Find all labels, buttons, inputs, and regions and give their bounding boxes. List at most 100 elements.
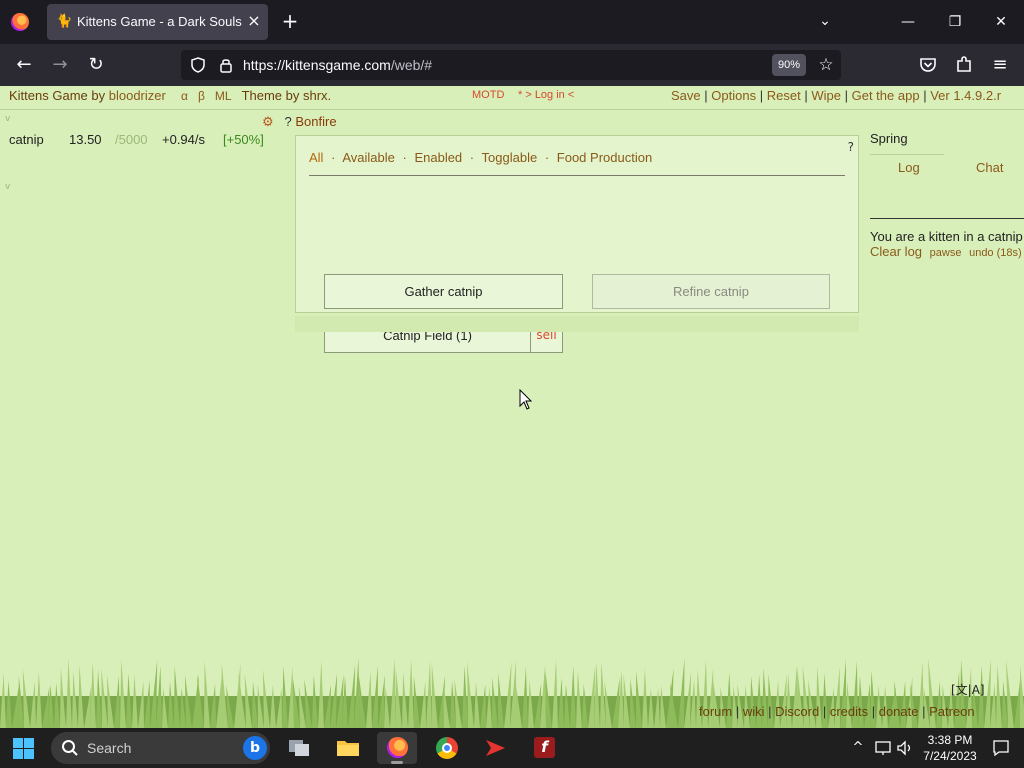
mini-links: α β ML Theme by shrx. (181, 88, 331, 103)
volume-icon[interactable] (895, 738, 915, 758)
taskbar-clock[interactable]: 3:38 PM 7/24/2023 (917, 732, 983, 764)
panel-help-icon[interactable]: ? (848, 140, 854, 154)
bookmark-star-icon[interactable]: ☆ (815, 54, 837, 76)
menu-separator: | (923, 88, 927, 103)
reload-icon[interactable]: ↻ (84, 53, 108, 77)
network-icon[interactable] (873, 738, 893, 758)
forward-arrow-icon[interactable]: → (48, 53, 72, 77)
red-arrow-app-icon[interactable] (475, 732, 515, 764)
reset-link[interactable]: Reset (767, 88, 801, 103)
options-link[interactable]: Options (711, 88, 756, 103)
log-controls: Clear log pawse undo (18s) (870, 244, 1022, 259)
url-bar[interactable]: https://kittensgame.com/web/# 90% ☆ (181, 50, 841, 80)
gear-icon[interactable]: ⚙ (262, 114, 274, 129)
file-explorer-icon[interactable] (328, 732, 368, 764)
login-link[interactable]: * > Log in < (518, 89, 574, 101)
browser-tab-kittens-game[interactable]: 🐈 Kittens Game - a Dark Souls of i × (47, 4, 268, 40)
url-text[interactable]: https://kittensgame.com/web/# (243, 57, 432, 73)
building-filters: All · Available · Enabled · Togglable · … (309, 150, 845, 176)
game-top-bar: Kittens Game by bloodrizer α β ML Theme … (0, 86, 1024, 110)
firefox-menu-icon[interactable] (11, 13, 29, 31)
list-tabs-chevron-icon[interactable]: ⌄ (814, 10, 836, 32)
filter-all[interactable]: All (309, 150, 323, 165)
forum-link[interactable]: forum (699, 704, 732, 719)
windows-taskbar: Search b f ^ 3:38 PM 7/24/2023 (0, 728, 1024, 768)
filter-enabled[interactable]: Enabled (414, 150, 462, 165)
lock-icon[interactable] (217, 56, 235, 74)
resource-name: catnip (9, 132, 44, 147)
clock-time: 3:38 PM (927, 733, 973, 747)
resource-row-catnip[interactable]: catnip 13.50 /5000 +0.94/s [+50%] (9, 132, 269, 150)
divider (870, 154, 944, 155)
discord-link[interactable]: Discord (775, 704, 819, 719)
hamburger-menu-icon[interactable]: ≡ (988, 53, 1012, 77)
filter-food-production[interactable]: Food Production (557, 150, 652, 165)
windows-start-icon[interactable] (13, 738, 34, 759)
clear-log-link[interactable]: Clear log (870, 244, 922, 259)
tab-chat[interactable]: Chat (976, 160, 1003, 175)
zoom-level-badge[interactable]: 90% (772, 54, 806, 76)
ml-link[interactable]: ML (215, 89, 232, 103)
browser-tab-bar: 🐈 Kittens Game - a Dark Souls of i × + ⌄… (0, 0, 1024, 44)
resource-max: /5000 (115, 132, 148, 147)
motd-link[interactable]: MOTD (472, 89, 504, 101)
alpha-link[interactable]: α (181, 89, 188, 103)
kittens-game-page: Kittens Game by bloodrizer α β ML Theme … (0, 86, 1024, 728)
tab-bonfire[interactable]: Bonfire (295, 114, 336, 129)
tracking-shield-icon[interactable] (189, 56, 207, 74)
restore-window-icon[interactable]: ❐ (943, 10, 967, 34)
filter-dot: · (469, 150, 475, 165)
menu-separator: | (704, 88, 708, 103)
donate-link[interactable]: donate (879, 704, 919, 719)
collapse-chevron-icon[interactable]: v (5, 182, 10, 192)
credits-link[interactable]: credits (830, 704, 868, 719)
patreon-link[interactable]: Patreon (929, 704, 975, 719)
firefox-taskbar-icon[interactable] (377, 732, 417, 764)
game-title: Kittens Game by bloodrizer (9, 88, 166, 103)
pocket-icon[interactable] (916, 53, 940, 77)
chrome-icon[interactable] (426, 732, 466, 764)
save-link[interactable]: Save (671, 88, 701, 103)
tab-log[interactable]: Log (898, 160, 920, 175)
flash-player-icon[interactable]: f (524, 732, 564, 764)
collapse-chevron-icon[interactable]: v (5, 114, 10, 124)
close-window-icon[interactable]: ✕ (989, 10, 1013, 34)
author-link[interactable]: bloodrizer (109, 88, 166, 103)
back-arrow-icon[interactable]: ← (12, 53, 36, 77)
get-the-app-link[interactable]: Get the app (852, 88, 920, 103)
new-tab-plus-icon[interactable]: + (279, 10, 301, 32)
version-link[interactable]: Ver 1.4.9.2.r (930, 88, 1001, 103)
clock-date: 7/24/2023 (923, 749, 977, 763)
filter-available[interactable]: Available (342, 150, 395, 165)
language-toggle-button[interactable]: [文|A] (951, 681, 985, 698)
task-view-icon[interactable] (279, 732, 319, 764)
undo-link[interactable]: undo (18s) (969, 247, 1022, 259)
gather-catnip-button[interactable]: Gather catnip (324, 274, 563, 309)
menu-separator: | (804, 88, 808, 103)
pawse-link[interactable]: pawse (930, 247, 962, 259)
beta-link[interactable]: β (198, 89, 205, 103)
panel-shadow (295, 316, 859, 332)
bonfire-panel: ? All · Available · Enabled · Togglable … (295, 135, 859, 353)
help-icon[interactable]: ? (285, 114, 292, 129)
show-hidden-icons-chevron-icon[interactable]: ^ (850, 738, 866, 758)
wipe-link[interactable]: Wipe (811, 88, 841, 103)
refine-catnip-button[interactable]: Refine catnip (592, 274, 830, 309)
taskbar-search-box[interactable]: Search b (51, 732, 270, 764)
filter-dot: · (331, 150, 336, 165)
resource-amount: 13.50 (69, 132, 102, 147)
minimize-window-icon[interactable]: — (896, 10, 920, 34)
notification-icon[interactable] (991, 738, 1011, 758)
filter-dot: · (402, 150, 407, 165)
wiki-link[interactable]: wiki (743, 704, 765, 719)
cat-favicon-icon: 🐈 (56, 14, 73, 29)
menu-separator: | (759, 88, 764, 103)
footer-links: forum | wiki | Discord | credits | donat… (699, 704, 975, 719)
url-path: /web/# (390, 57, 433, 73)
extensions-puzzle-icon[interactable] (952, 53, 976, 77)
tab-title: Kittens Game - a Dark Souls of i (77, 14, 242, 29)
browser-nav-bar: ← → ↻ https://kittensgame.com/web/# 90% … (0, 44, 1024, 86)
close-tab-icon[interactable]: × (244, 11, 264, 31)
filter-togglable[interactable]: Togglable (482, 150, 538, 165)
bing-icon[interactable]: b (243, 736, 267, 760)
